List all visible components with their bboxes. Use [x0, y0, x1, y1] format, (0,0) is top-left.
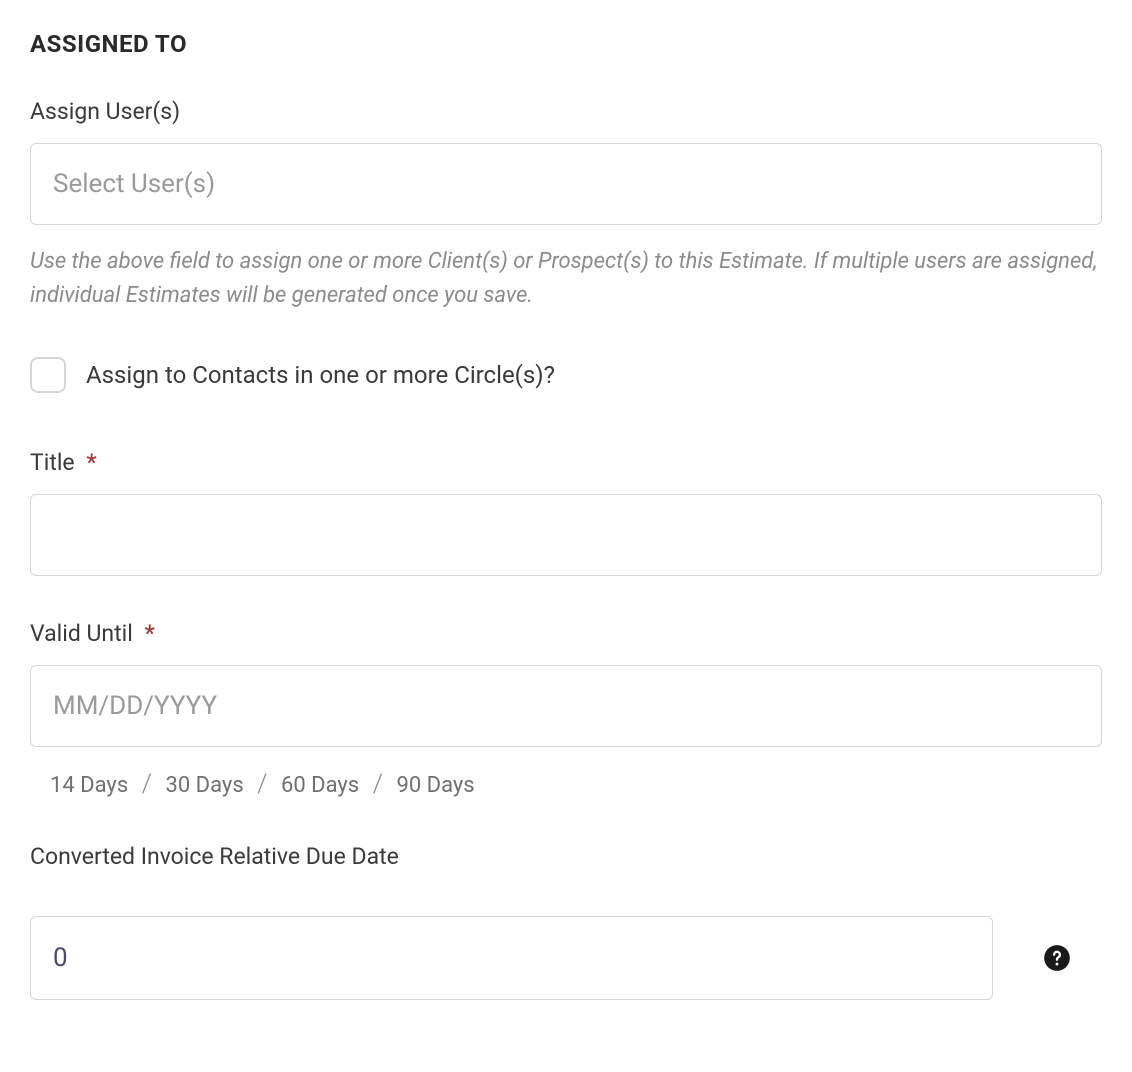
assign-users-field: Assign User(s) Use the above field to as… — [30, 98, 1102, 313]
assign-users-help-text: Use the above field to assign one or mor… — [30, 245, 1102, 313]
converted-due-label: Converted Invoice Relative Due Date — [30, 843, 1102, 870]
title-input[interactable] — [30, 494, 1102, 576]
required-asterisk: * — [145, 620, 155, 647]
preset-30-days[interactable]: 30 Days — [165, 773, 243, 798]
assign-users-label: Assign User(s) — [30, 98, 1102, 125]
preset-90-days[interactable]: 90 Days — [396, 773, 474, 798]
preset-14-days[interactable]: 14 Days — [50, 773, 128, 798]
title-label: Title * — [30, 449, 1102, 476]
valid-until-label-text: Valid Until — [30, 620, 133, 647]
preset-separator: / — [142, 769, 152, 799]
valid-until-presets: 14 Days / 30 Days / 60 Days / 90 Days — [30, 769, 1102, 799]
assign-circles-label: Assign to Contacts in one or more Circle… — [86, 361, 555, 389]
assign-users-input[interactable] — [30, 143, 1102, 225]
preset-separator: / — [373, 769, 383, 799]
section-heading: ASSIGNED TO — [30, 30, 1102, 58]
assign-circles-checkbox[interactable] — [30, 357, 66, 393]
valid-until-input[interactable] — [30, 665, 1102, 747]
converted-due-input[interactable] — [30, 916, 993, 1000]
assign-circles-row: Assign to Contacts in one or more Circle… — [30, 357, 1102, 393]
converted-due-row — [30, 916, 1102, 1000]
title-field: Title * — [30, 449, 1102, 576]
title-label-text: Title — [30, 449, 75, 476]
preset-60-days[interactable]: 60 Days — [281, 773, 359, 798]
help-icon[interactable] — [1043, 944, 1071, 972]
required-asterisk: * — [86, 449, 96, 476]
preset-separator: / — [257, 769, 267, 799]
valid-until-label: Valid Until * — [30, 620, 1102, 647]
converted-due-field: Converted Invoice Relative Due Date — [30, 843, 1102, 1000]
valid-until-field: Valid Until * 14 Days / 30 Days / 60 Day… — [30, 620, 1102, 799]
